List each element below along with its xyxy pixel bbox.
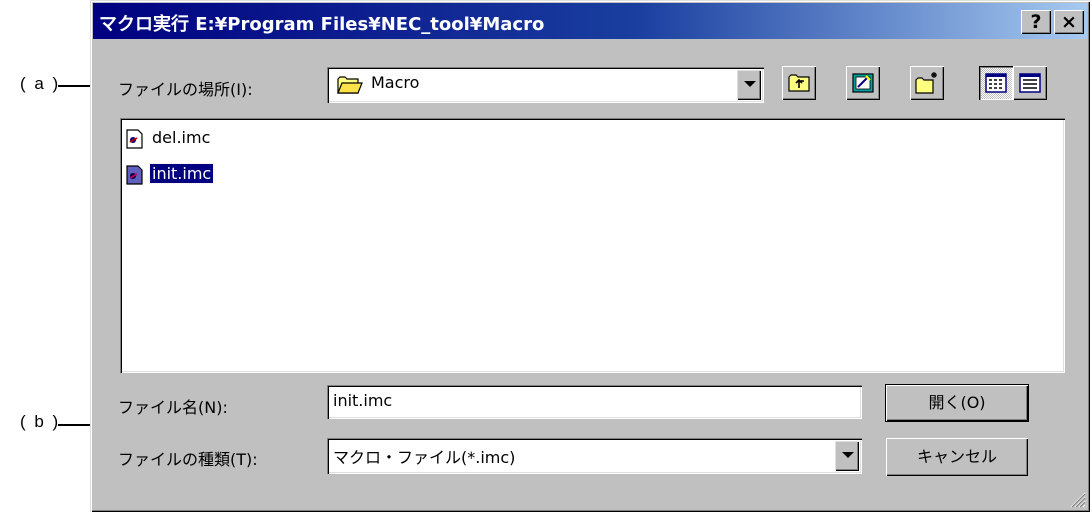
- dialog-title: マクロ実行 E:¥Program Files¥NEC_tool¥Macro: [99, 14, 545, 35]
- list-view-icon: [985, 73, 1007, 93]
- cancel-button-label: キャンセル: [916, 447, 997, 466]
- up-folder-icon: [788, 74, 810, 92]
- filename-label: ファイル名(N):: [118, 398, 228, 417]
- filename-field[interactable]: init.imc: [327, 385, 862, 419]
- title-bar[interactable]: マクロ実行 E:¥Program Files¥NEC_tool¥Macro ? …: [93, 3, 1087, 39]
- location-dropdown-button[interactable]: [737, 70, 761, 100]
- callout-a: ( a ): [20, 74, 61, 93]
- up-folder-button[interactable]: [782, 66, 816, 100]
- list-view-button[interactable]: [979, 66, 1013, 100]
- folder-icon: [337, 75, 363, 99]
- desktop-button[interactable]: [846, 66, 880, 100]
- open-button[interactable]: 開く(O): [885, 384, 1029, 422]
- location-value: Macro: [371, 73, 420, 92]
- filetype-label: ファイルの種類(T):: [118, 450, 258, 469]
- filetype-dropdown-button[interactable]: [835, 441, 859, 471]
- macro-file-icon: [126, 165, 143, 185]
- filename-value: init.imc: [333, 391, 393, 410]
- resize-grip-icon[interactable]: [1068, 490, 1086, 508]
- callout-b: ( b ): [20, 412, 61, 431]
- macro-file-icon: [126, 129, 143, 149]
- new-folder-icon: [915, 72, 937, 94]
- file-name: init.imc: [148, 163, 215, 184]
- filetype-value: マクロ・ファイル(*.imc): [333, 448, 516, 467]
- help-button[interactable]: ?: [1021, 10, 1051, 34]
- macro-run-dialog: マクロ実行 E:¥Program Files¥NEC_tool¥Macro ? …: [90, 0, 1090, 512]
- new-folder-button[interactable]: [910, 66, 944, 100]
- close-button[interactable]: ×: [1054, 10, 1084, 34]
- location-combo[interactable]: Macro: [327, 67, 764, 103]
- desktop-icon: [852, 73, 874, 93]
- open-button-label: 開く(O): [928, 393, 986, 412]
- cancel-button[interactable]: キャンセル: [886, 438, 1028, 476]
- filetype-combo[interactable]: マクロ・ファイル(*.imc): [327, 438, 862, 474]
- file-name: del.imc: [152, 128, 211, 147]
- details-view-button[interactable]: [1013, 66, 1047, 100]
- location-label: ファイルの場所(I):: [118, 80, 253, 99]
- file-list[interactable]: del.imc init.imc: [120, 118, 1065, 373]
- details-view-icon: [1019, 73, 1041, 93]
